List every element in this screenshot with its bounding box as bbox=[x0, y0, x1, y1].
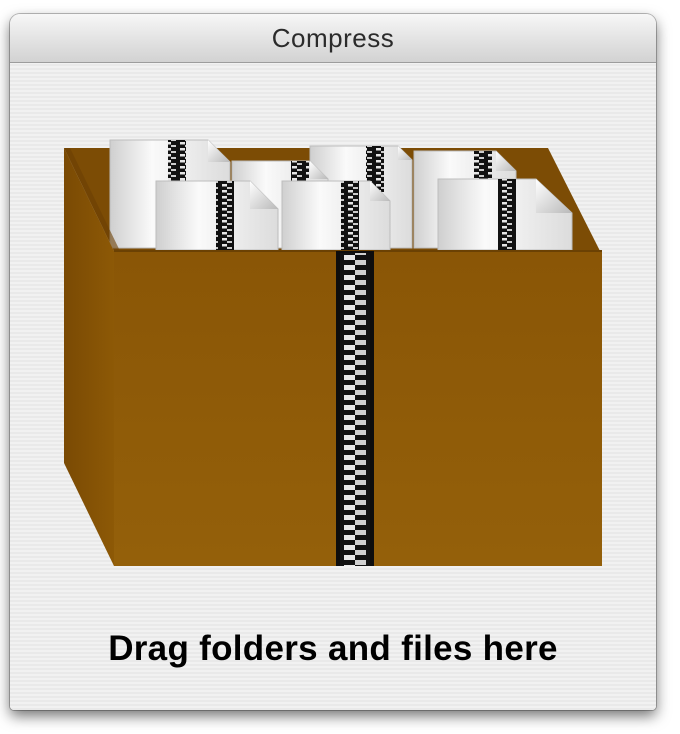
title-bar[interactable]: Compress bbox=[10, 14, 656, 63]
zipped-box-of-files-icon bbox=[64, 139, 602, 566]
window-title: Compress bbox=[271, 22, 395, 53]
drop-zone[interactable]: Drag folders and files here bbox=[10, 63, 656, 710]
compress-window: Compress Drag folders and files here bbox=[10, 14, 656, 710]
drop-instructions: Drag folders and files here bbox=[108, 629, 558, 668]
